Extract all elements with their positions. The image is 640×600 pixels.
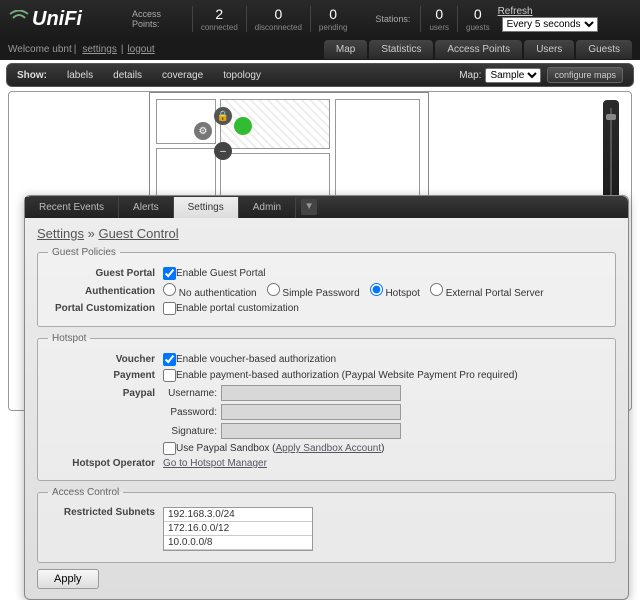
auth-none-radio[interactable] [163, 283, 176, 296]
hotspot-manager-link[interactable]: Go to Hotspot Manager [163, 458, 267, 469]
subnet-row[interactable]: 10.0.0.0/8 [164, 536, 312, 550]
crumb-settings[interactable]: Settings [37, 226, 84, 241]
subnet-list[interactable]: 192.168.3.0/24 172.16.0.0/12 10.0.0.0/8 [163, 507, 313, 551]
show-labels[interactable]: labels [67, 70, 93, 81]
ap-stats: Access Points: 2connected 0disconnected … [132, 6, 355, 32]
paypal-password-input[interactable] [221, 404, 401, 420]
auth-simple-radio[interactable] [267, 283, 280, 296]
dtab-settings[interactable]: Settings [174, 197, 239, 218]
dtab-alerts[interactable]: Alerts [119, 197, 174, 218]
dtab-events[interactable]: Recent Events [25, 197, 119, 218]
settings-link[interactable]: settings [82, 44, 116, 55]
tab-guests[interactable]: Guests [576, 40, 632, 59]
close-icon[interactable]: ▾ [301, 199, 317, 215]
logout-link[interactable]: logout [127, 44, 154, 55]
crumb-guest[interactable]: Guest Control [98, 226, 178, 241]
brand-logo: UniFi [8, 8, 82, 31]
configure-maps-button[interactable]: configure maps [547, 67, 623, 83]
portal-custom-checkbox[interactable] [163, 302, 176, 315]
show-coverage[interactable]: coverage [162, 70, 203, 81]
sandbox-checkbox[interactable] [163, 442, 176, 455]
apply-button[interactable]: Apply [37, 569, 99, 589]
tab-users[interactable]: Users [524, 40, 574, 59]
welcome-text: Welcome ubnt [8, 44, 72, 55]
ap-marker-down[interactable]: – [214, 142, 232, 160]
breadcrumb: Settings » Guest Control [37, 226, 616, 241]
ap-marker-locked[interactable]: 🔒 [214, 107, 232, 125]
station-stats: Stations: 0users 0guests [375, 6, 497, 32]
auth-external-radio[interactable] [430, 283, 443, 296]
paypal-signature-input[interactable] [221, 423, 401, 439]
ap-marker-online[interactable] [234, 117, 252, 135]
guest-portal-checkbox[interactable] [163, 267, 176, 280]
show-topology[interactable]: topology [223, 70, 261, 81]
voucher-checkbox[interactable] [163, 353, 176, 366]
tab-statistics[interactable]: Statistics [369, 40, 433, 59]
refresh-control[interactable]: Refresh Every 5 seconds [498, 6, 632, 32]
payment-checkbox[interactable] [163, 369, 176, 382]
show-details[interactable]: details [113, 70, 142, 81]
settings-dialog: Recent Events Alerts Settings Admin ▾ Se… [24, 195, 629, 600]
show-label: Show: [17, 70, 47, 81]
dtab-admin[interactable]: Admin [239, 197, 296, 218]
tab-access-points[interactable]: Access Points [435, 40, 522, 59]
map-select[interactable]: Sample [485, 68, 541, 83]
auth-hotspot-radio[interactable] [370, 283, 383, 296]
refresh-select[interactable]: Every 5 seconds [502, 17, 598, 32]
ap-marker-gear[interactable]: ⚙ [194, 122, 212, 140]
subnet-row[interactable]: 192.168.3.0/24 [164, 508, 312, 522]
map-label: Map: [459, 70, 481, 81]
subnet-row[interactable]: 172.16.0.0/12 [164, 522, 312, 536]
tab-map[interactable]: Map [324, 40, 367, 59]
paypal-username-input[interactable] [221, 385, 401, 401]
sandbox-link[interactable]: Apply Sandbox Account [276, 443, 382, 454]
